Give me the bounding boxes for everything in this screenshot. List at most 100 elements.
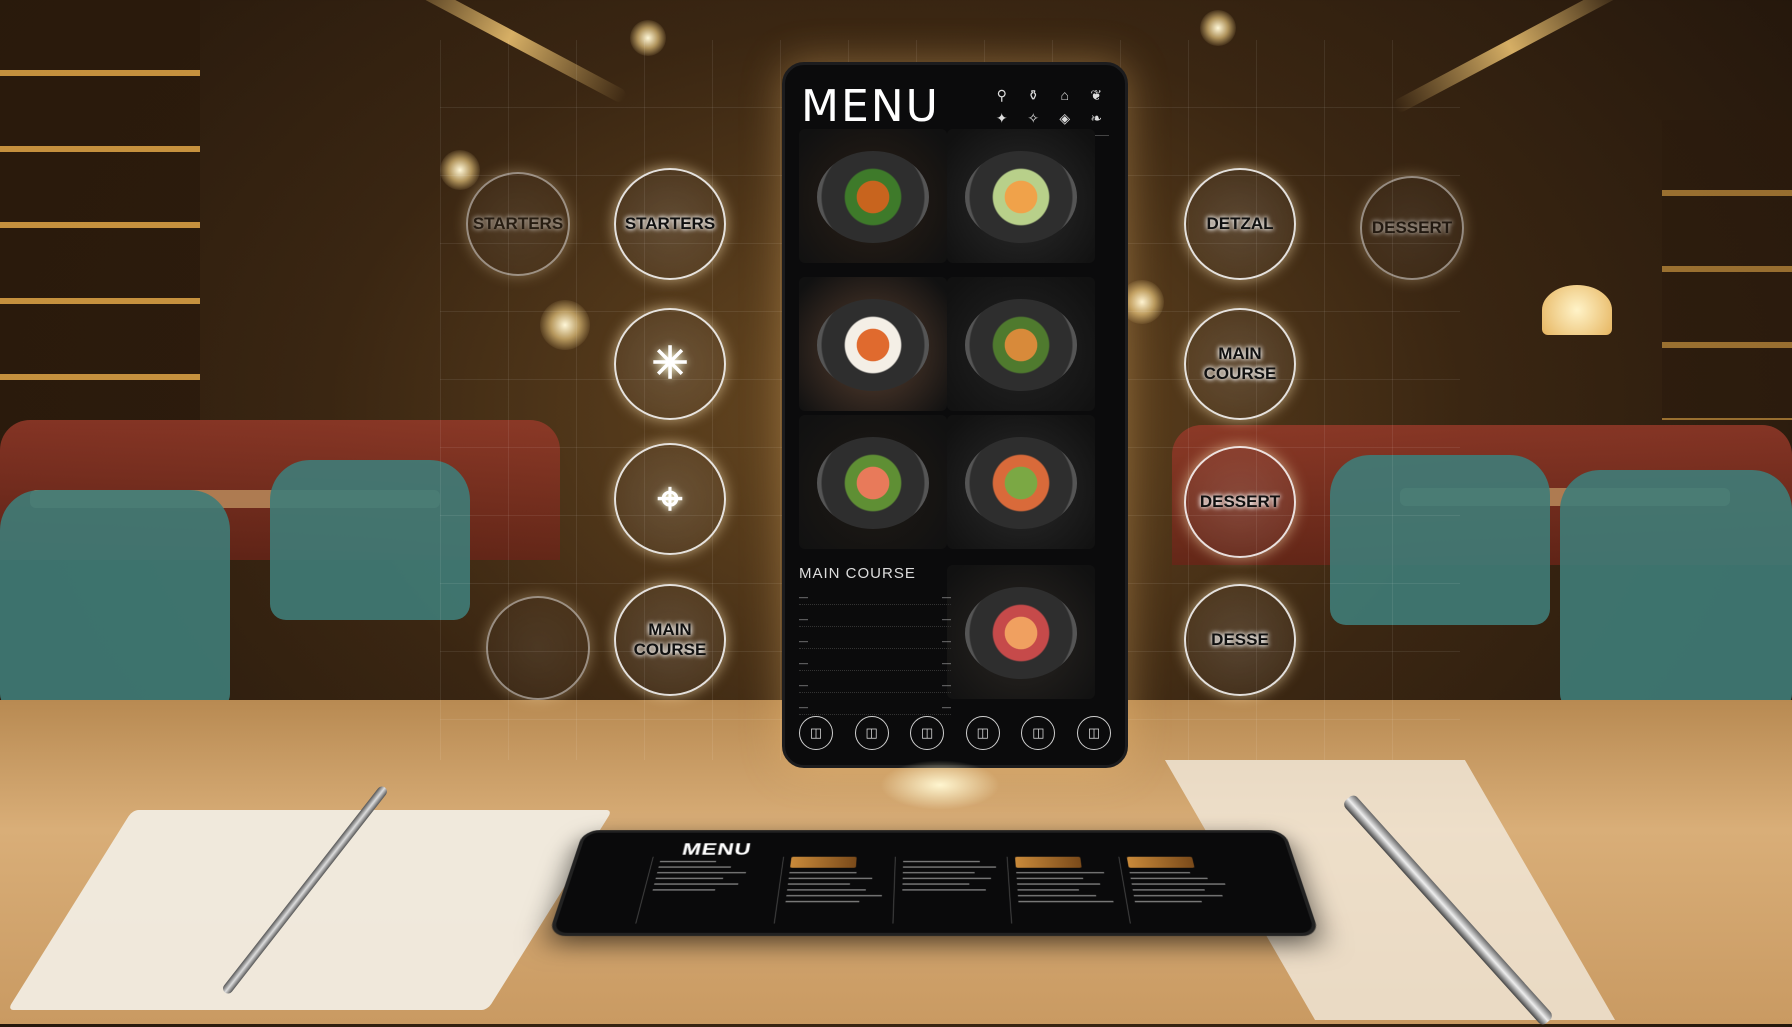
menu-text-line [902, 877, 992, 880]
bar-shelf-left [0, 0, 200, 430]
bar-shelf-right [1662, 120, 1792, 420]
pepper-icon: ✦ [995, 110, 1008, 126]
dish-photo-peach-slices-plate[interactable] [947, 129, 1095, 263]
menu-text-line [1017, 894, 1097, 897]
row-label: — [799, 614, 808, 624]
menu-text-line [1132, 889, 1205, 891]
menu-text-line [654, 883, 739, 885]
menu-text-line [785, 900, 860, 903]
leaf-icon: ❦ [1090, 87, 1103, 103]
row-label: — [799, 592, 808, 602]
chair [0, 490, 230, 710]
row-label: — [799, 680, 808, 690]
glass-icon: ⌂ [1060, 87, 1069, 103]
main-course-row[interactable]: — — [799, 680, 951, 693]
holo-glyph-icon: ✳ [651, 339, 689, 388]
menu-text-line [1016, 871, 1105, 874]
holo-right-detzal[interactable]: DETZAL [1184, 168, 1296, 280]
holo-right-main-course[interactable]: MAIN COURSE [1184, 308, 1296, 420]
menu-text-line [902, 889, 986, 891]
cup-icon: ⚱ [1027, 87, 1040, 103]
menu-text-line [658, 866, 732, 868]
table-lamp [1542, 285, 1612, 335]
menu-title: MENU [801, 81, 940, 132]
bottle-icon: ⚲ [996, 87, 1007, 103]
plate [817, 299, 929, 391]
steak-icon: ◈ [1059, 110, 1071, 126]
row-price: — [942, 614, 951, 624]
plate [965, 587, 1077, 679]
dish-photo-herb-garnish-plate[interactable] [947, 415, 1095, 549]
row-price: — [942, 658, 951, 668]
nav-button-1[interactable]: ◫ [799, 716, 833, 750]
menu-text-line [1017, 883, 1101, 885]
nav-button-2[interactable]: ◫ [854, 716, 889, 750]
fire-icon: ✧ [1027, 110, 1040, 126]
menu-text-line [655, 877, 724, 880]
tablet-menu-column [773, 856, 894, 924]
tablet-dish-thumb [1015, 856, 1082, 868]
menu-text-line [656, 871, 747, 874]
row-price: — [942, 592, 951, 602]
menu-text-line [787, 889, 866, 891]
tablet-menu-column [1006, 856, 1129, 924]
dish-photo-salmon-fig-plate[interactable] [947, 565, 1095, 699]
plate [965, 151, 1077, 243]
holo-left-main-course[interactable]: MAIN COURSE [614, 584, 726, 696]
holo-left-starters[interactable]: STARTERS [614, 168, 726, 280]
holo-glyph-icon: ⌖ [657, 474, 683, 523]
menu-text-line [902, 866, 997, 868]
menu-text-line [1134, 900, 1202, 903]
holo-left-icon[interactable]: ✳ [614, 308, 726, 420]
dish-photo-croquettes-plate[interactable] [947, 277, 1095, 411]
menu-text-line [1017, 889, 1080, 891]
nav-button-3[interactable]: ◫ [910, 716, 945, 750]
holo-left-icon[interactable]: ⌖ [614, 443, 726, 555]
main-course-row[interactable]: — — [799, 636, 951, 649]
menu-text-line [789, 871, 857, 874]
menu-text-line [903, 860, 980, 863]
dish-photo-fried-ball-salad[interactable] [799, 129, 947, 263]
tablet-menu-column [635, 856, 764, 924]
nav-button-4[interactable]: ◫ [965, 716, 1000, 750]
menu-text-line [786, 894, 882, 897]
dish-photo-salmon-rose-salad[interactable] [799, 415, 947, 549]
main-course-rows: — — — — — — — — — — — — [799, 592, 951, 715]
menu-text-line [902, 871, 975, 874]
holo-right-dessert[interactable]: DESSERT [1360, 176, 1464, 280]
holo-right-desse[interactable]: DESSE [1184, 584, 1296, 696]
menu-text-line [1133, 894, 1223, 897]
row-label: — [799, 636, 808, 646]
menu-text-line [659, 860, 717, 863]
plate [817, 437, 929, 529]
main-course-title: MAIN COURSE [799, 565, 916, 582]
row-label: — [799, 658, 808, 668]
phone-bottom-nav: ◫ ◫ ◫ ◫ ◫ ◫ [799, 713, 1111, 753]
wine-icon: ❧ [1090, 110, 1103, 126]
phone-header: MENU ⚲ ⚱ ⌂ ❦ ✦ ✧ ◈ ❧ [801, 75, 1113, 135]
main-course-row[interactable]: — — [799, 658, 951, 671]
menu-text-line [1130, 877, 1208, 880]
row-label: — [799, 702, 808, 712]
holo-right-dessert[interactable]: DESSERT [1184, 446, 1296, 558]
tablet-dish-thumb [790, 856, 857, 868]
menu-text-line [902, 883, 970, 885]
menu-text-line [1131, 883, 1226, 885]
tablet-menu-column [892, 856, 1011, 924]
holo-projection-glow [880, 760, 1000, 810]
holographic-phone-menu: MENU ⚲ ⚱ ⌂ ❦ ✦ ✧ ◈ ❧ MAIN COURSE — — — — — — — — — — — — ◫… [782, 62, 1128, 768]
main-course-row[interactable]: — — [799, 614, 951, 627]
dish-photo-tomato-soup-bowl[interactable] [799, 277, 947, 411]
row-price: — [942, 702, 951, 712]
row-price: — [942, 636, 951, 646]
holo-left-icon[interactable] [486, 596, 590, 700]
menu-text-line [787, 883, 851, 885]
nav-button-6[interactable]: ◫ [1076, 716, 1111, 750]
nav-button-5[interactable]: ◫ [1021, 716, 1056, 750]
menu-text-line [1016, 877, 1084, 880]
tablet-dish-thumb [1126, 856, 1195, 868]
plate [817, 151, 929, 243]
holo-left-starters[interactable]: STARTERS [466, 172, 570, 276]
row-price: — [942, 680, 951, 690]
main-course-row[interactable]: — — [799, 592, 951, 605]
